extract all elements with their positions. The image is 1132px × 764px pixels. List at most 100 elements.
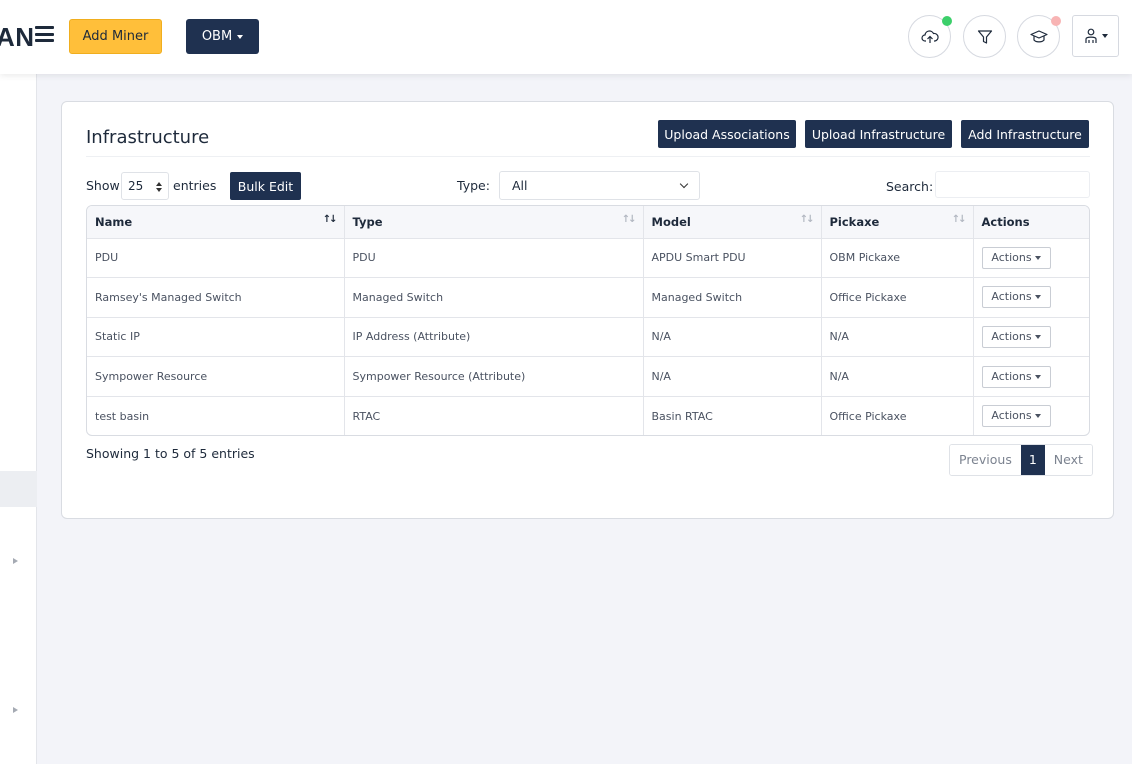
actions-label: Actions (991, 369, 1032, 383)
cell-pickaxe: OBM Pickaxe (821, 238, 974, 279)
cell-name: Sympower Resource (87, 356, 345, 397)
cell-actions: Actions (973, 317, 1089, 358)
top-bar: AN Add Miner OBM (0, 0, 1132, 74)
filter-button[interactable] (963, 15, 1006, 58)
sort-icon: ↑↓ (621, 214, 637, 225)
cell-model: N/A (643, 356, 822, 397)
cell-name: PDU (87, 238, 345, 279)
filter-icon (977, 29, 992, 44)
cell-type: RTAC (344, 396, 644, 435)
cell-type: IP Address (Attribute) (344, 317, 644, 358)
chevron-right-icon[interactable] (13, 707, 18, 713)
logo[interactable]: AN (0, 22, 35, 53)
sort-icon: ↑↓ (951, 214, 967, 225)
pagination-previous[interactable]: Previous (950, 445, 1021, 475)
cell-pickaxe: N/A (821, 356, 974, 397)
user-menu-button[interactable] (1072, 15, 1119, 57)
user-icon (1084, 28, 1097, 43)
table-info: Showing 1 to 5 of 5 entries (86, 446, 255, 461)
cell-model: APDU Smart PDU (643, 238, 822, 279)
cell-actions: Actions (973, 356, 1089, 397)
actions-label: Actions (991, 290, 1032, 304)
cell-model: Managed Switch (643, 277, 822, 318)
search-input[interactable] (935, 171, 1090, 198)
row-actions-button[interactable]: Actions (981, 286, 1051, 309)
pagination-page-current[interactable]: 1 (1020, 445, 1045, 475)
cell-type: PDU (344, 238, 644, 279)
infrastructure-card: Infrastructure Upload Associations Uploa… (61, 101, 1114, 519)
cell-type: Sympower Resource (Attribute) (344, 356, 644, 397)
upload-infrastructure-button[interactable]: Upload Infrastructure (805, 120, 952, 148)
bulk-edit-button[interactable]: Bulk Edit (230, 172, 301, 200)
entries-label: entries (173, 178, 217, 193)
caret-down-icon (1034, 255, 1041, 260)
table-row: test basin RTAC Basin RTAC Office Pickax… (87, 396, 1089, 435)
table-row: Ramsey's Managed Switch Managed Switch M… (87, 277, 1089, 318)
pagination-next[interactable]: Next (1044, 445, 1092, 475)
notification-dot (1051, 16, 1061, 26)
infrastructure-table: Name ↑↓ Type ↑↓ Model ↑↓ Pickaxe ↑↓ Actions … (86, 205, 1090, 436)
cell-model: Basin RTAC (643, 396, 822, 435)
column-label: Model (651, 214, 691, 229)
table-header-row: Name ↑↓ Type ↑↓ Model ↑↓ Pickaxe ↑↓ Actions (87, 206, 1089, 239)
page-size-select[interactable]: 25 (121, 172, 169, 200)
cell-pickaxe: N/A (821, 317, 974, 358)
updown-icon (156, 182, 162, 194)
cell-name: Ramsey's Managed Switch (87, 277, 345, 318)
show-label: Show (86, 178, 120, 193)
org-dropdown-button[interactable]: OBM (186, 19, 259, 54)
chevron-right-icon[interactable] (13, 558, 18, 564)
caret-down-icon (237, 34, 244, 39)
graduation-cap-icon (1029, 29, 1048, 42)
hamburger-menu-icon[interactable] (35, 26, 54, 42)
sidebar (0, 74, 37, 764)
column-label: Name (95, 214, 133, 229)
sort-icon: ↑↓ (322, 214, 338, 225)
actions-label: Actions (991, 250, 1032, 264)
row-actions-button[interactable]: Actions (981, 325, 1051, 348)
chevron-down-icon (679, 179, 689, 189)
table-row: PDU PDU APDU Smart PDU OBM Pickaxe Actio… (87, 238, 1089, 279)
column-header-pickaxe[interactable]: Pickaxe ↑↓ (821, 206, 974, 239)
search-label: Search: (886, 179, 934, 194)
learn-button[interactable] (1017, 15, 1061, 58)
table-row: Sympower Resource Sympower Resource (Att… (87, 356, 1089, 397)
caret-down-icon (1034, 334, 1041, 339)
row-actions-button[interactable]: Actions (981, 246, 1051, 269)
online-status-dot (942, 16, 952, 26)
sort-icon: ↑↓ (799, 214, 815, 225)
type-filter-select[interactable]: All (499, 171, 700, 200)
cell-actions: Actions (973, 277, 1089, 318)
actions-label: Actions (991, 329, 1032, 343)
divider (86, 156, 1090, 157)
type-label: Type: (457, 178, 490, 193)
column-header-model[interactable]: Model ↑↓ (643, 206, 822, 239)
caret-down-icon (1034, 295, 1041, 300)
upload-associations-button[interactable]: Upload Associations (658, 120, 796, 148)
cell-actions: Actions (973, 238, 1089, 279)
cell-pickaxe: Office Pickaxe (821, 396, 974, 435)
cloud-upload-button[interactable] (908, 15, 952, 58)
sidebar-item-active[interactable] (0, 471, 37, 507)
cell-model: N/A (643, 317, 822, 358)
page-size-value: 25 (128, 179, 144, 193)
caret-down-icon (1034, 414, 1041, 419)
add-miner-button[interactable]: Add Miner (69, 19, 162, 54)
row-actions-button[interactable]: Actions (981, 405, 1051, 428)
add-infrastructure-button[interactable]: Add Infrastructure (961, 120, 1089, 148)
cell-actions: Actions (973, 396, 1089, 435)
type-filter-value: All (512, 178, 528, 193)
org-dropdown-label: OBM (201, 29, 233, 44)
caret-down-icon (1101, 34, 1108, 38)
cell-pickaxe: Office Pickaxe (821, 277, 974, 318)
column-header-actions: Actions (973, 206, 1089, 239)
column-label: Actions (981, 214, 1030, 229)
pagination: Previous 1 Next (949, 444, 1093, 476)
column-header-name[interactable]: Name ↑↓ (87, 206, 345, 239)
column-header-type[interactable]: Type ↑↓ (344, 206, 644, 239)
cloud-upload-icon (920, 29, 939, 43)
column-label: Pickaxe (829, 214, 880, 229)
actions-label: Actions (991, 409, 1032, 423)
page-title: Infrastructure (86, 127, 210, 148)
row-actions-button[interactable]: Actions (981, 365, 1051, 388)
